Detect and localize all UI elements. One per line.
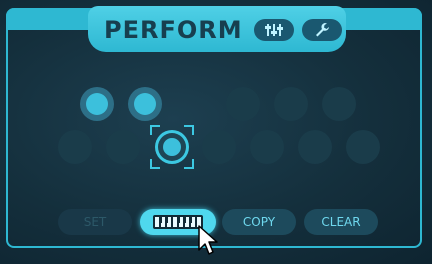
mouse-pointer-icon <box>198 225 218 255</box>
mixer-button[interactable] <box>254 19 294 41</box>
pad-r1-2[interactable] <box>128 87 162 121</box>
pad-r1-3[interactable] <box>226 87 260 121</box>
pad-r2-4[interactable] <box>202 130 236 164</box>
pad-r2-2[interactable] <box>106 130 140 164</box>
set-button-label: SET <box>83 215 107 229</box>
clear-button-label: CLEAR <box>321 215 361 229</box>
selected-pad-ring <box>155 130 189 164</box>
pad-r1-1[interactable] <box>80 87 114 121</box>
copy-button[interactable]: COPY <box>222 209 296 235</box>
page-title: PERFORM <box>104 16 243 44</box>
pad-r2-3-selected[interactable] <box>150 125 194 169</box>
mixer-sliders-icon <box>265 24 283 36</box>
wrench-icon <box>316 23 329 37</box>
clear-button[interactable]: CLEAR <box>304 209 378 235</box>
perform-panel: PERFORM SET COPY CLEAR <box>0 0 432 264</box>
pad-r1-5[interactable] <box>322 87 356 121</box>
pad-r2-1[interactable] <box>58 130 92 164</box>
set-button[interactable]: SET <box>58 209 132 235</box>
selection-bracket <box>184 125 194 135</box>
copy-button-label: COPY <box>242 215 276 229</box>
pad-r1-4[interactable] <box>274 87 308 121</box>
pad-r2-7[interactable] <box>346 130 380 164</box>
selection-bracket <box>184 159 194 169</box>
keyboard-icon <box>153 215 203 229</box>
pad-r2-6[interactable] <box>298 130 332 164</box>
selection-bracket <box>150 125 160 135</box>
wrench-button[interactable] <box>302 19 342 41</box>
pad-r2-5[interactable] <box>250 130 284 164</box>
selection-bracket <box>150 159 160 169</box>
